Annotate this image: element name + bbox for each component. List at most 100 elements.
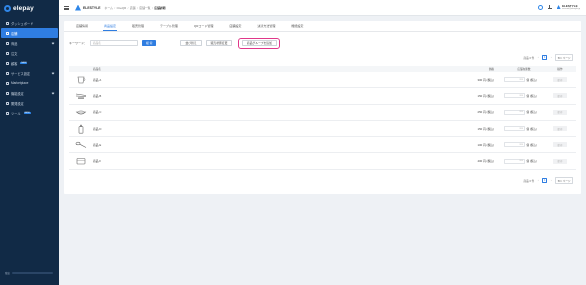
- sidebar-item-store[interactable]: 店舗: [1, 28, 58, 38]
- bowl-icon: [75, 110, 87, 115]
- next-page-icon[interactable]: ›: [549, 56, 553, 59]
- logo[interactable]: elepay: [0, 0, 59, 16]
- op-cell: 保 存: [544, 109, 576, 115]
- product-name: 商品 E: [93, 142, 102, 147]
- stock-input[interactable]: 999: [504, 109, 525, 115]
- topbar-actions: ELESTYLE account@elestyle.jp: [537, 4, 580, 10]
- sidebar: elepay ダッシュボード 店舗 商品 注文 顧客 NEW サービス設定 Ma…: [0, 0, 59, 285]
- table-row: 商品 B 150 円 (税込) 999 個 (税込) 保 存: [69, 88, 576, 105]
- total-count: 商品 6 件: [523, 179, 535, 183]
- page-size-select[interactable]: 50 / ページ: [555, 54, 573, 61]
- add-product-group-button[interactable]: 商品グループを追加: [241, 40, 277, 47]
- page-number[interactable]: 1: [542, 55, 548, 60]
- tab-qrcode[interactable]: QRコード管理: [186, 21, 222, 31]
- save-button[interactable]: 保 存: [553, 109, 567, 115]
- tab-feature-settings[interactable]: 機能設定: [283, 21, 311, 31]
- user-menu[interactable]: ELESTYLE account@elestyle.jp: [556, 4, 580, 10]
- store-icon: [6, 31, 9, 35]
- sidebar-item-feature[interactable]: 機能設定: [1, 88, 58, 98]
- help-icon[interactable]: [537, 4, 543, 10]
- service-icon: [6, 71, 9, 75]
- product-icon: [6, 41, 9, 45]
- sidebar-item-order[interactable]: 注文: [1, 48, 58, 58]
- table-row: 商品 A 300 円 (税込) 999 個 (税込) 保 存: [69, 72, 576, 89]
- breadcrumb-item[interactable]: 店舗一覧: [139, 6, 150, 10]
- breadcrumb-separator: /: [127, 5, 129, 10]
- stock-input[interactable]: 999: [504, 126, 525, 132]
- sidebar-item-dev[interactable]: 開発設定: [1, 98, 58, 108]
- sidebar-item-label: 顧客: [11, 61, 18, 66]
- product-image: [69, 75, 93, 85]
- tab-payment-methods[interactable]: 決済方法管理: [249, 21, 283, 31]
- balance-bar: [11, 272, 53, 274]
- next-page-icon[interactable]: ›: [549, 179, 553, 182]
- menu-icon[interactable]: [64, 5, 69, 10]
- breadcrumb-item[interactable]: OneQR: [117, 6, 126, 10]
- sort-button[interactable]: 並び替え: [180, 40, 202, 47]
- search-button[interactable]: 検 索: [142, 40, 157, 47]
- tab-tables[interactable]: テーブル管理: [152, 21, 186, 31]
- spoon-icon: [75, 141, 87, 148]
- table-row: 商品 F 400 円 (税込) 999 個 (税込) 保 存: [69, 153, 576, 170]
- bulk-status-button[interactable]: 販売状態変更: [205, 40, 233, 47]
- product-price: 150 円 (税込): [477, 93, 494, 98]
- stock-unit: 個 (税込): [526, 78, 537, 82]
- save-button[interactable]: 保 存: [553, 77, 567, 83]
- stock-input[interactable]: 999: [504, 158, 525, 164]
- logo-text: elepay: [13, 4, 34, 12]
- page-number[interactable]: 1: [542, 178, 548, 183]
- filter-row: キーワード： 商品名 検 索 並び替え 販売状態変更 商品グループを追加: [69, 38, 281, 49]
- chevron-down-icon: [51, 91, 55, 94]
- save-button[interactable]: 保 存: [553, 126, 567, 132]
- stock-input[interactable]: 999: [504, 93, 525, 99]
- stock-cell: 999 個 (税込): [504, 109, 544, 115]
- store-logo-icon: [75, 4, 81, 11]
- tab-store-settings[interactable]: 店舗設定: [221, 21, 249, 31]
- save-button[interactable]: 保 存: [553, 142, 567, 148]
- order-icon: [6, 51, 9, 55]
- prev-page-icon[interactable]: ‹: [536, 56, 540, 59]
- sidebar-item-tool[interactable]: ツール NEW: [1, 108, 58, 118]
- sidebar-nav: ダッシュボード 店舗 商品 注文 顧客 NEW サービス設定 Marketpla…: [0, 18, 59, 118]
- op-cell: 保 存: [544, 126, 576, 132]
- stock-input[interactable]: 999: [504, 77, 525, 83]
- breadcrumb-item[interactable]: ホーム: [105, 6, 113, 10]
- page-size-select[interactable]: 50 / ページ: [555, 177, 573, 184]
- breadcrumb-item[interactable]: 店舗: [130, 6, 136, 10]
- sidebar-item-dashboard[interactable]: ダッシュボード: [1, 18, 58, 28]
- save-button[interactable]: 保 存: [553, 93, 567, 99]
- stock-unit: 個 (税込): [526, 111, 537, 115]
- tab-sales[interactable]: 販売管理: [124, 21, 152, 31]
- prev-page-icon[interactable]: ‹: [536, 179, 540, 182]
- tab-bar: 店舗情報 商品設定 販売管理 テーブル管理 QRコード管理 店舗設定 決済方法管…: [64, 21, 581, 32]
- dev-icon: [6, 101, 9, 105]
- header-name: 商品名: [93, 68, 101, 71]
- product-name: 商品 B: [93, 93, 102, 98]
- sidebar-item-service[interactable]: サービス設定: [1, 68, 58, 78]
- new-badge: NEW: [20, 61, 28, 65]
- cup-icon: [77, 76, 86, 83]
- product-image: [69, 107, 93, 117]
- tab-product-settings[interactable]: 商品設定: [96, 21, 124, 31]
- stock-unit: 個 (税込): [526, 94, 537, 98]
- keyword-input[interactable]: 商品名: [90, 40, 139, 47]
- download-icon[interactable]: [547, 5, 552, 9]
- sidebar-item-label: 機能設定: [11, 91, 24, 96]
- op-cell: 保 存: [544, 142, 576, 148]
- stock-cell: 999 個 (税込): [504, 93, 544, 99]
- customer-icon: [6, 61, 9, 65]
- save-button[interactable]: 保 存: [553, 158, 567, 164]
- tab-store-info[interactable]: 店舗情報: [68, 21, 96, 31]
- product-name: 商品 D: [93, 126, 102, 131]
- product-name: 商品 C: [93, 110, 102, 115]
- highlight-ring: 商品グループを追加: [238, 38, 281, 49]
- sidebar-item-label: 商品: [11, 41, 18, 46]
- chopsticks-icon: [75, 93, 87, 99]
- stock-input[interactable]: 999: [504, 142, 525, 148]
- op-cell: 保 存: [544, 93, 576, 99]
- sidebar-item-customer[interactable]: 顧客 NEW: [1, 58, 58, 68]
- sidebar-item-product[interactable]: 商品: [1, 38, 58, 48]
- pagination-top: 商品 6 件 ‹ 1 › 50 / ページ: [524, 54, 573, 61]
- tool-icon: [6, 111, 9, 115]
- sidebar-item-marketplace[interactable]: Marketplace: [1, 78, 58, 88]
